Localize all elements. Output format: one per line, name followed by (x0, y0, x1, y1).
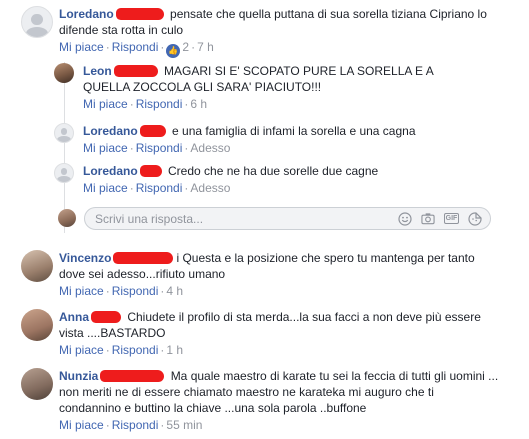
avatar[interactable] (54, 123, 74, 143)
like-link[interactable]: Mi piace (59, 40, 104, 54)
reply-3: Loredano Credo che ne ha due sorelle due… (54, 163, 514, 196)
reply-1: Leon MAGARI SI E' SCOPATO PURE LA SORELL… (54, 63, 514, 112)
reply-link[interactable]: Rispondi (136, 181, 183, 195)
reaction-count[interactable]: 2 (182, 40, 189, 54)
author-name[interactable]: Leon (83, 64, 112, 78)
reply-composer[interactable]: Scrivi una risposta... GIF (84, 207, 491, 230)
comment-body: Credo che ne ha due sorelle due cagne (168, 164, 379, 178)
like-link[interactable]: Mi piace (83, 97, 128, 111)
comment-actions: Mi piace · Rispondi · 4 h (59, 284, 184, 298)
comment-text: Loredano Credo che ne ha due sorelle due… (83, 163, 483, 179)
like-link[interactable]: Mi piace (59, 418, 104, 432)
comment-actions: Mi piace · Rispondi · 1 h (59, 343, 184, 357)
avatar[interactable] (54, 63, 74, 83)
comment-1: Loredano pensate che quella puttana di s… (21, 6, 511, 58)
comment-text: Vincenzo i Questa e la posizione che sper… (59, 250, 484, 282)
redaction-mark (139, 125, 166, 137)
comment-actions: Mi piace · Rispondi · Adesso (83, 181, 231, 195)
reply-link[interactable]: Rispondi (136, 141, 183, 155)
redaction-mark (91, 311, 121, 323)
timestamp[interactable]: Adesso (190, 141, 230, 155)
author-name[interactable]: Nunzia (59, 369, 98, 383)
reply-link[interactable]: Rispondi (112, 343, 159, 357)
reply-link[interactable]: Rispondi (136, 97, 183, 111)
gif-icon[interactable]: GIF (444, 213, 459, 224)
comment-3: Anna Chiudete il profilo di sta merda...… (21, 309, 511, 358)
timestamp[interactable]: 6 h (190, 97, 207, 111)
avatar[interactable] (21, 368, 53, 400)
avatar[interactable] (54, 163, 74, 183)
like-link[interactable]: Mi piace (59, 284, 104, 298)
timestamp[interactable]: 1 h (166, 343, 183, 357)
comment-actions: Mi piace · Rispondi · 👍 2 · 7 h (59, 39, 499, 58)
timestamp[interactable]: Adesso (190, 181, 230, 195)
author-name[interactable]: Anna (59, 310, 89, 324)
thumbs-up-icon[interactable]: 👍 (166, 44, 181, 58)
comment-body: e una famiglia di infami la sorella e un… (172, 124, 416, 138)
author-name[interactable]: Loredano (59, 7, 114, 21)
camera-icon[interactable] (421, 212, 435, 226)
current-user-avatar (58, 209, 76, 227)
avatar[interactable] (21, 309, 53, 341)
comment-actions: Mi piace · Rispondi · Adesso (83, 141, 231, 155)
timestamp[interactable]: 7 h (197, 40, 214, 54)
like-link[interactable]: Mi piace (83, 181, 128, 195)
sticker-icon[interactable] (468, 211, 482, 226)
reply-link[interactable]: Rispondi (112, 418, 159, 432)
reply-link[interactable]: Rispondi (112, 284, 159, 298)
comment-4: Nunzia Ma quale maestro di karate tu sei… (21, 368, 511, 433)
redaction-mark (113, 65, 158, 77)
avatar[interactable] (21, 250, 53, 282)
comment-text: Loredano pensate che quella puttana di s… (59, 6, 499, 38)
comment-actions: Mi piace · Rispondi · 55 min (59, 418, 203, 432)
reply-input[interactable]: Scrivi una risposta... (95, 212, 398, 226)
comment-text: Anna Chiudete il profilo di sta merda...… (59, 309, 484, 341)
composer-icons: GIF (398, 211, 490, 226)
like-link[interactable]: Mi piace (59, 343, 104, 357)
timestamp[interactable]: 4 h (166, 284, 183, 298)
reply-link[interactable]: Rispondi (112, 40, 159, 54)
author-name[interactable]: Vincenzo (59, 251, 111, 265)
smiley-icon[interactable] (398, 211, 412, 226)
like-link[interactable]: Mi piace (83, 141, 128, 155)
comment-text: Nunzia Ma quale maestro di karate tu sei… (59, 368, 499, 416)
reply-2: Loredano e una famiglia di infami la sor… (54, 123, 514, 156)
author-name[interactable]: Loredano (83, 164, 138, 178)
redaction-mark (100, 370, 165, 382)
author-name[interactable]: Loredano (83, 124, 138, 138)
redaction-mark (139, 165, 162, 177)
comment-body: Chiudete il profilo di sta merda...la su… (59, 310, 481, 340)
avatar[interactable] (21, 6, 53, 38)
redaction-mark (115, 8, 164, 20)
redaction-mark (113, 252, 174, 264)
comment-actions: Mi piace · Rispondi · 6 h (83, 97, 208, 111)
comment-2: Vincenzo i Questa e la posizione che sper… (21, 250, 511, 299)
timestamp[interactable]: 55 min (166, 418, 202, 432)
comment-text: Leon MAGARI SI E' SCOPATO PURE LA SORELL… (83, 63, 483, 95)
comment-text: Loredano e una famiglia di infami la sor… (83, 123, 483, 139)
